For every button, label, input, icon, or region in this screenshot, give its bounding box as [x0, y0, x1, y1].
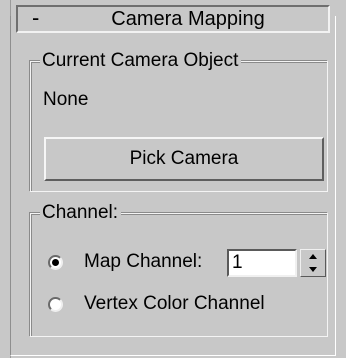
map-channel-spinner[interactable]	[300, 249, 326, 277]
rollout-title: Camera Mapping	[111, 8, 265, 30]
vertex-color-channel-label[interactable]: Vertex Color Channel	[84, 293, 265, 315]
spinner-down-icon[interactable]	[301, 263, 325, 276]
radio-selected-dot	[52, 259, 59, 266]
vertex-color-channel-radio[interactable]	[48, 297, 63, 312]
map-channel-label[interactable]: Map Channel:	[84, 251, 202, 273]
spinner-up-icon[interactable]	[301, 250, 325, 263]
current-camera-group-label: Current Camera Object	[40, 51, 242, 71]
pick-camera-button[interactable]: Pick Camera	[44, 137, 324, 181]
channel-group-label: Channel:	[40, 203, 122, 223]
current-camera-value: None	[43, 89, 89, 110]
camera-mapping-panel: - Camera Mapping Current Camera Object N…	[0, 0, 346, 358]
map-channel-radio[interactable]	[48, 255, 63, 270]
rollout-header-camera-mapping[interactable]: - Camera Mapping	[16, 5, 330, 33]
map-channel-input[interactable]: 1	[227, 249, 297, 277]
